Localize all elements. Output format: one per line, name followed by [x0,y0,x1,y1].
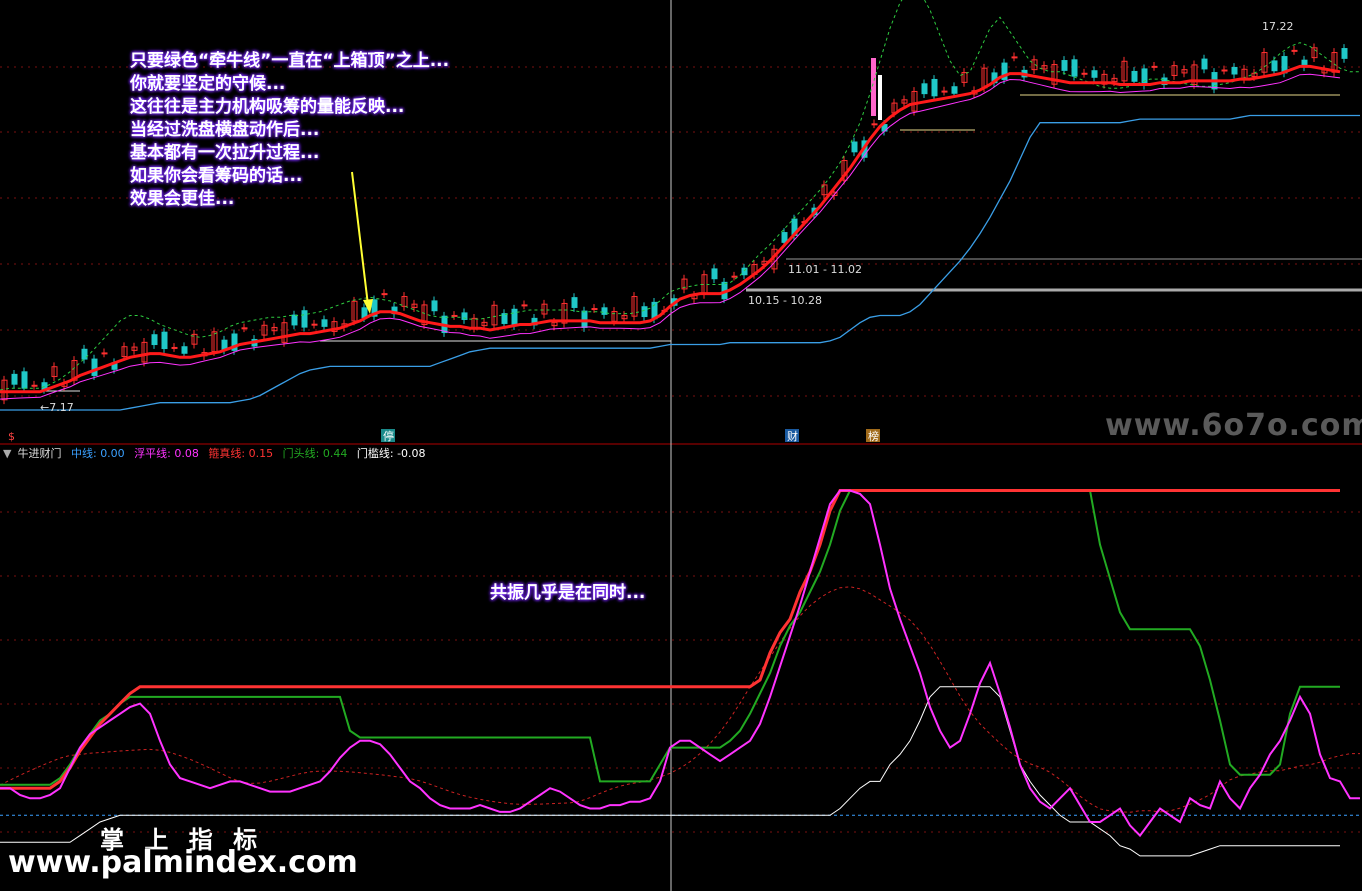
candle-body [581,310,588,328]
legend-label: 浮平线: [134,447,171,460]
candle-body [101,352,108,355]
candle-body [921,83,928,95]
highlight-candle [871,58,876,116]
candle-body [951,86,958,94]
series-line-hoop [0,489,1340,790]
series-line-float [0,489,1360,838]
candle-body [171,346,178,349]
collapse-icon[interactable]: ▼ [3,447,11,460]
annotation-line: 如果你会看筹码的话... [130,166,303,186]
upper-annotation: 只要绿色“牵牛线”一直在“上箱顶”之上... 你就要坚定的守候... 这往往是主… [130,50,449,211]
candle-body [641,306,648,318]
legend-label: 门头线: [282,447,320,460]
marker-bang: 榜 [868,429,879,443]
range-label: 10.15 - 10.28 [748,294,822,307]
legend-value: 0.44 [322,447,348,460]
candle-body [1071,59,1078,77]
candle-body [731,275,738,278]
candle-body [1091,70,1098,78]
legend-item-door-head: 门头线: 0.44 [283,447,348,460]
range-label: 11.01 - 11.02 [788,263,862,276]
candle-body [521,304,528,307]
candle-body [851,141,858,153]
candle-body [1011,56,1018,59]
legend-value: -0.08 [397,447,426,460]
candle-body [1151,65,1158,68]
legend-item-threshold: 门槛线: -0.08 [357,447,426,460]
legend-label: 门槛线: [356,447,394,460]
indicator-legend: ▼ 牛进财门 中线: 0.00 浮平线: 0.08 箍真线: 0.15 门头线: … [3,445,432,461]
legend-item-float: 浮平线: 0.08 [134,447,199,460]
legend-item-middle: 中线: 0.00 [71,447,125,460]
candle-body [11,373,18,385]
legend-label: 箍真线: [208,447,246,460]
highlight-candle [878,75,882,120]
candle-body [91,358,98,376]
legend-value: 0.00 [100,447,125,460]
legend-label: 中线: [70,447,97,460]
indicator-name: 牛进财门 [17,447,62,460]
candle-body [1141,68,1148,86]
candle-body [31,384,38,387]
candle-body [321,319,328,327]
series-line-dotted-red [0,586,1361,813]
marker-cai: 财 [787,429,798,443]
annotation-line: 共振几乎是在同时... [490,583,646,603]
candle-body [1291,49,1298,52]
candle-body [571,297,578,308]
marker-ting: 停 [383,429,394,443]
candle-body [1201,58,1208,70]
candle-body [1131,70,1138,82]
candle-body [451,314,458,317]
annotation-line: 基本都有一次拉升过程... [130,143,320,163]
candle-body [871,123,878,126]
candle-body [1231,66,1238,75]
legend-value: 0.15 [248,447,274,460]
candle-body [381,293,388,296]
candle-body [1271,60,1278,72]
candle-body [1341,48,1348,59]
candle-body [1081,72,1088,75]
legend-value: 0.08 [174,447,199,460]
candle-body [711,268,718,280]
price-label-high: 17.22 [1262,20,1294,33]
candle-body [931,78,938,97]
candle-body [291,314,298,326]
watermark-top: www.6o7o.com [1105,408,1362,443]
candle-body [1221,69,1228,72]
annotation-line: 当经过洗盘横盘动作后... [130,120,320,140]
candle-body [21,371,28,389]
candle-body [181,346,188,354]
legend-item-hoop: 箍真线: 0.15 [208,447,273,460]
candle-body [781,232,788,243]
marker-dollar: $ [8,430,15,443]
candle-body [511,308,518,327]
annotation-line: 这往往是主力机构吸筹的量能反映... [130,97,405,117]
annotation-line: 只要绿色“牵牛线”一直在“上箱顶”之上... [130,51,450,71]
candle-body [151,334,158,346]
lower-annotation: 共振几乎是在同时... [490,582,645,605]
candle-body [311,323,318,326]
price-label-low: ←7.17 [40,401,74,414]
annotation-line: 效果会更佳... [130,189,235,209]
series-line-door-head [0,489,1340,786]
candle-body [161,331,168,350]
candle-body [1061,60,1068,71]
annotation-line: 你就要坚定的守候... [130,74,286,94]
candle-body [941,90,948,93]
candle-body [501,313,508,324]
watermark-bottom-url: www.palmindex.com [8,845,358,880]
candle-body [431,300,438,312]
candle-body [241,327,248,330]
candle-body [301,310,308,328]
candle-body [591,308,598,311]
